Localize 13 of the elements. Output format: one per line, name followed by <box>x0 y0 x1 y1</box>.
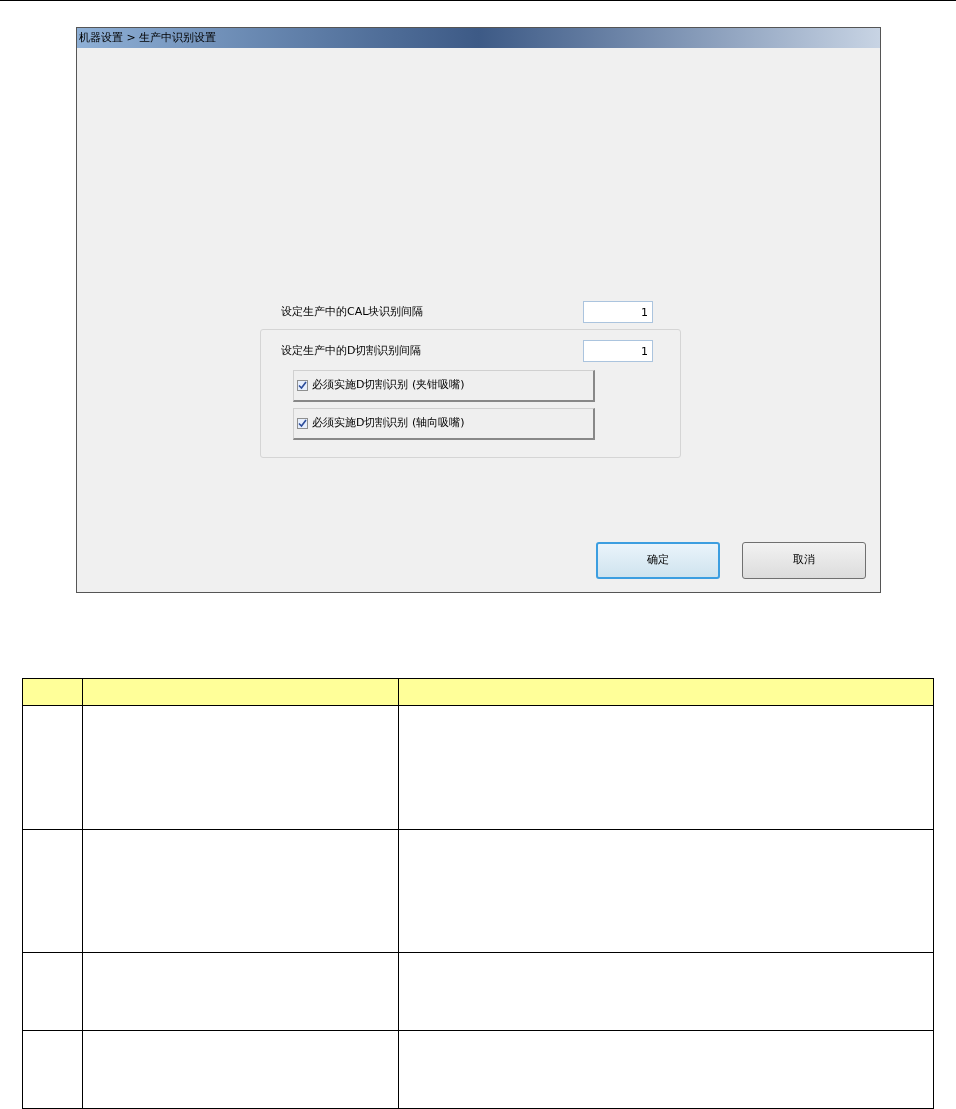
checkbox[interactable] <box>297 418 308 429</box>
checkbox-button[interactable]: 必须实施D切割识别 (轴向吸嘴) <box>293 408 595 440</box>
field-label: 设定生产中的CAL块识别间隔 <box>281 303 424 320</box>
dialog-button[interactable]: 取消 <box>742 542 866 579</box>
number-field[interactable]: 1 <box>583 301 653 323</box>
dialog-button[interactable]: 确定 <box>596 542 720 579</box>
checkbox[interactable] <box>297 380 308 391</box>
number-field[interactable]: 1 <box>583 340 653 362</box>
checkmark-icon <box>298 419 307 428</box>
checkmark-icon <box>298 381 307 390</box>
field-label: 设定生产中的D切割识别间隔 <box>281 342 422 359</box>
checkbox-button[interactable]: 必须实施D切割识别 (夹钳吸嘴) <box>293 370 595 402</box>
window-title: 机器设置 > 生产中识别设置 <box>78 29 217 46</box>
